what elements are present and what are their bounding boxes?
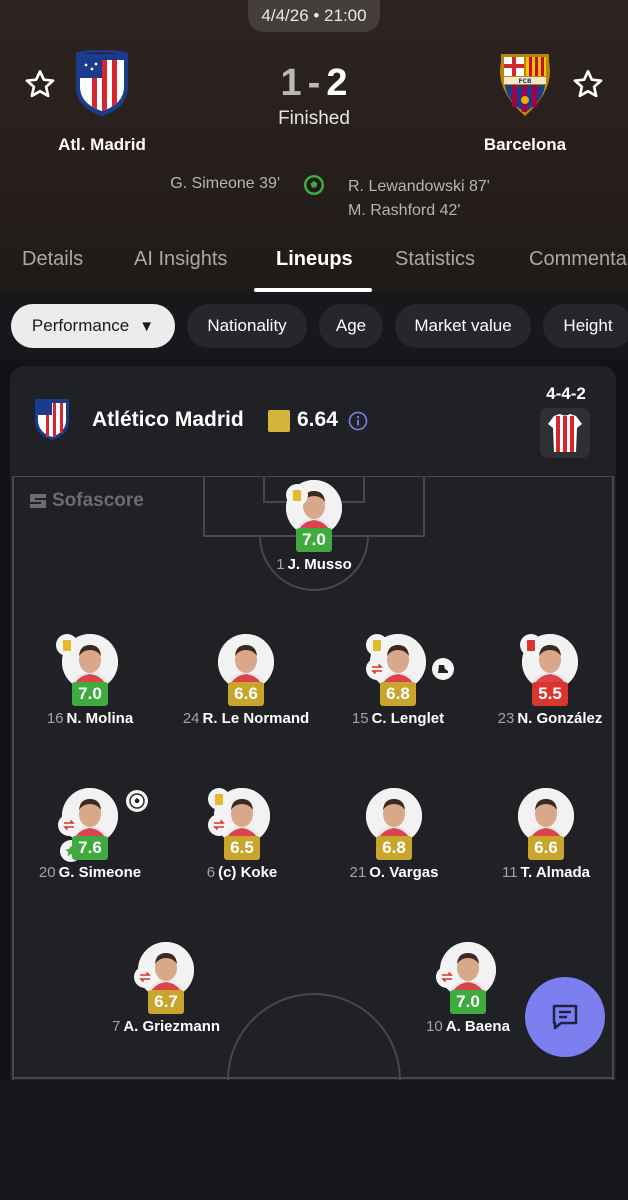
substitution-icon bbox=[208, 814, 230, 836]
red-card-icon bbox=[520, 634, 542, 656]
home-scorer: G. Simeone 39' bbox=[170, 175, 280, 192]
player-number: 11 bbox=[501, 864, 518, 881]
chat-icon bbox=[552, 1004, 578, 1030]
age-filter-chip[interactable]: Age bbox=[319, 304, 383, 348]
player-rating: 7.0 bbox=[296, 528, 332, 552]
atletico-madrid-crest-icon[interactable] bbox=[72, 50, 132, 118]
home-score: 1 bbox=[280, 62, 302, 104]
player-name: T. Almada bbox=[520, 864, 591, 881]
caret-down-icon: ▼ bbox=[139, 317, 155, 335]
goal-ball-icon bbox=[304, 175, 324, 195]
player-rating: 7.0 bbox=[72, 682, 108, 706]
player-name-row: 1 J. Musso bbox=[224, 556, 404, 573]
home-team-name[interactable]: Atl. Madrid bbox=[12, 135, 192, 155]
player-rating: 7.0 bbox=[450, 990, 486, 1014]
svg-text:FCB: FCB bbox=[518, 78, 532, 85]
player-number: 20 bbox=[38, 864, 56, 881]
nationality-filter-chip[interactable]: Nationality bbox=[187, 304, 307, 348]
watermark-text: Sofascore bbox=[52, 490, 144, 511]
player-name: (c) Koke bbox=[218, 864, 278, 881]
score-separator: - bbox=[307, 62, 321, 104]
player-number: 15 bbox=[351, 710, 369, 727]
match-header: 4/4/26 • 21:00 FCB Atl. Madrid Barcelona… bbox=[0, 0, 628, 292]
away-scorers: R. Lewandowski 87' M. Rashford 42' bbox=[348, 175, 548, 223]
player-name-row: 16 N. Molina bbox=[0, 710, 180, 727]
player-number: 7 bbox=[111, 1018, 121, 1035]
player-rating: 6.6 bbox=[228, 682, 264, 706]
player-rating: 5.5 bbox=[532, 682, 568, 706]
player-number: 1 bbox=[276, 556, 285, 573]
yellow-card-icon bbox=[286, 484, 308, 506]
player-number: 6 bbox=[206, 864, 216, 881]
player-name: J. Musso bbox=[287, 556, 352, 573]
player-name-row: 7 A. Griezmann bbox=[76, 1018, 256, 1035]
barcelona-crest-icon[interactable]: FCB bbox=[495, 50, 555, 118]
yellow-card-icon bbox=[56, 634, 78, 656]
formation-label: 4-4-2 bbox=[546, 384, 586, 403]
sofascore-watermark: Sofascore bbox=[28, 490, 144, 512]
tab-commentary[interactable]: Commentary bbox=[529, 248, 628, 271]
player-name: O. Vargas bbox=[369, 864, 439, 881]
player-name: N. Molina bbox=[66, 710, 134, 727]
assist-boot-icon bbox=[432, 658, 454, 680]
goal-icon bbox=[126, 790, 148, 812]
team-kit-icon bbox=[540, 408, 590, 458]
tab-ai-insights[interactable]: AI Insights bbox=[134, 248, 227, 271]
player-name: R. Le Normand bbox=[202, 710, 310, 727]
player-rating: 6.5 bbox=[224, 836, 260, 860]
player-name: C. Lenglet bbox=[371, 710, 445, 727]
player-number: 10 bbox=[426, 1018, 443, 1035]
player-name: N. González bbox=[517, 710, 603, 727]
away-scorer: R. Lewandowski 87' bbox=[348, 178, 490, 195]
player-rating: 6.7 bbox=[148, 990, 184, 1014]
match-score: 1-2 bbox=[254, 62, 374, 105]
player-rating: 7.6 bbox=[72, 836, 108, 860]
player-name-row: 23 N. González bbox=[460, 710, 628, 727]
favorite-away-star-icon[interactable] bbox=[572, 68, 604, 100]
match-datetime: 4/4/26 • 21:00 bbox=[248, 0, 380, 32]
height-filter-chip[interactable]: Height bbox=[543, 304, 628, 348]
player-name: A. Griezmann bbox=[123, 1018, 221, 1035]
substitution-icon bbox=[134, 966, 156, 988]
team-average-rating: 6.64 bbox=[297, 408, 338, 431]
atletico-madrid-crest-icon[interactable] bbox=[32, 396, 72, 442]
match-status: Finished bbox=[278, 108, 350, 129]
substitution-icon bbox=[366, 658, 388, 680]
player-number: 23 bbox=[497, 710, 515, 727]
player-name: A. Baena bbox=[445, 1018, 510, 1035]
home-scorers: G. Simeone 39' bbox=[80, 175, 280, 193]
player-rating: 6.6 bbox=[528, 836, 564, 860]
tab-statistics[interactable]: Statistics bbox=[395, 248, 475, 271]
lineup-team-name: Atlético Madrid bbox=[92, 408, 244, 431]
team-rating-swatch bbox=[268, 410, 290, 432]
player-rating: 6.8 bbox=[380, 682, 416, 706]
market-value-filter-chip[interactable]: Market value bbox=[395, 304, 531, 348]
lineup-card: Atlético Madrid 6.64 4-4-2 Sofascore 7.0… bbox=[10, 366, 616, 1080]
player-name: G. Simeone bbox=[58, 864, 142, 881]
player-number: 24 bbox=[182, 710, 200, 727]
favorite-home-star-icon[interactable] bbox=[24, 68, 56, 100]
chat-fab-button[interactable] bbox=[525, 977, 605, 1057]
tab-lineups[interactable]: Lineups bbox=[276, 248, 353, 271]
away-scorer: M. Rashford 42' bbox=[348, 202, 461, 219]
away-team-name[interactable]: Barcelona bbox=[435, 135, 615, 155]
info-icon[interactable] bbox=[348, 411, 368, 431]
performance-filter-chip[interactable]: Performance ▼ bbox=[11, 304, 175, 348]
substitution-icon bbox=[58, 814, 80, 836]
bottom-area bbox=[0, 1080, 628, 1200]
match-tabs: Details AI Insights Lineups Statistics C… bbox=[0, 240, 628, 292]
performance-filter-label: Performance bbox=[31, 316, 130, 335]
player-rating: 6.8 bbox=[376, 836, 412, 860]
tab-details[interactable]: Details bbox=[22, 248, 83, 271]
sofascore-logo-icon bbox=[30, 494, 46, 508]
player-name-row: 11 T. Almada bbox=[456, 864, 628, 881]
substitution-icon bbox=[436, 966, 458, 988]
player-number: 21 bbox=[349, 864, 367, 881]
player-number: 16 bbox=[46, 710, 64, 727]
yellow-card-icon bbox=[208, 788, 230, 810]
yellow-card-icon bbox=[366, 634, 388, 656]
away-score: 2 bbox=[326, 62, 348, 104]
lineup-filter-bar: Performance ▼ Nationality Age Market val… bbox=[0, 292, 628, 360]
